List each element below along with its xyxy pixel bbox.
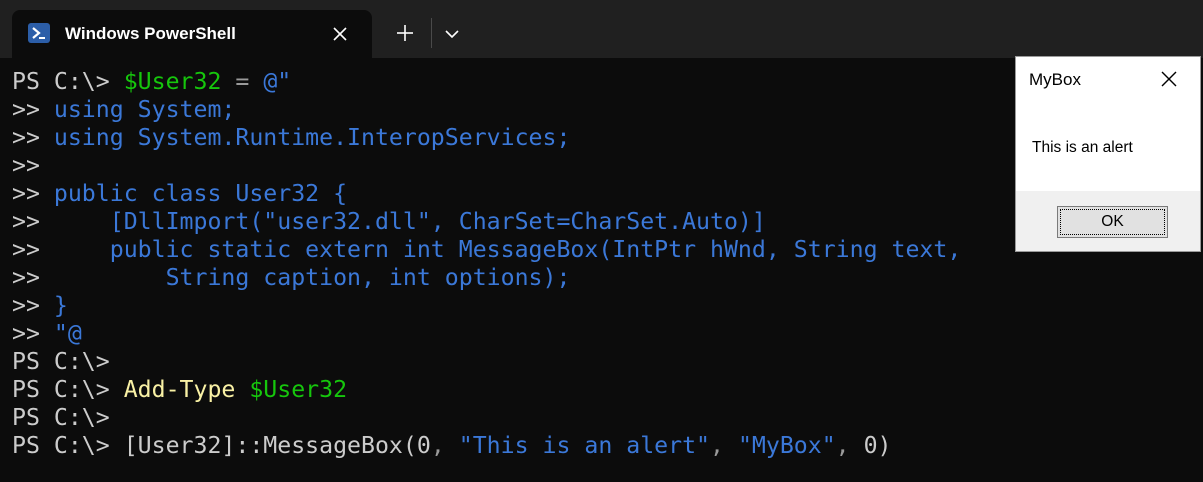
terminal-line: >> bbox=[12, 152, 1012, 180]
terminal-text: 0) bbox=[863, 432, 892, 459]
terminal-text: PS C:\> bbox=[12, 68, 124, 95]
terminal-text: "This is an alert" bbox=[458, 432, 711, 459]
chevron-down-icon[interactable] bbox=[442, 24, 462, 44]
terminal-text: PS C:\> bbox=[12, 432, 124, 459]
tab-windows-powershell[interactable]: Windows PowerShell bbox=[12, 10, 372, 58]
terminal-line: >> public static extern int MessageBox(I… bbox=[12, 236, 1012, 264]
terminal-text: , bbox=[430, 432, 459, 459]
terminal-text: >> bbox=[12, 292, 54, 319]
terminal-text: >> bbox=[12, 124, 54, 151]
terminal-line: PS C:\> Add-Type $User32 bbox=[12, 376, 1012, 404]
terminal-line: >> [DllImport("user32.dll", CharSet=Char… bbox=[12, 208, 1012, 236]
terminal-text: public class User32 { bbox=[53, 180, 348, 207]
terminal-line: >> using System; bbox=[12, 96, 1012, 124]
dialog-message: This is an alert bbox=[1032, 139, 1133, 156]
terminal-text: [DllImport("user32.dll", CharSet=CharSet… bbox=[53, 208, 766, 235]
terminal-text: $User32 bbox=[123, 68, 222, 95]
terminal-text: public static extern int MessageBox(IntP… bbox=[53, 236, 962, 263]
terminal-line: >> using System.Runtime.InteropServices; bbox=[12, 124, 1012, 152]
terminal-text: } bbox=[53, 292, 68, 319]
terminal-text: "MyBox" bbox=[737, 432, 836, 459]
terminal-text: >> bbox=[12, 264, 54, 291]
close-icon[interactable] bbox=[1159, 69, 1179, 89]
tab-title: Windows PowerShell bbox=[65, 24, 236, 43]
terminal-text: = bbox=[221, 68, 264, 95]
terminal-text: >> bbox=[12, 236, 54, 263]
terminal-text: "@ bbox=[53, 320, 82, 347]
terminal-text: >> bbox=[12, 180, 54, 207]
terminal-text: using System.Runtime.InteropServices; bbox=[53, 124, 571, 151]
terminal-line: >> } bbox=[12, 292, 1012, 320]
terminal-output[interactable]: PS C:\> $User32 = @" >> using System; >> u… bbox=[12, 68, 1012, 468]
terminal-text: Add-Type bbox=[123, 376, 236, 403]
close-icon[interactable] bbox=[330, 24, 350, 44]
terminal-line: >> public class User32 { bbox=[12, 180, 1012, 208]
title-bar: Windows PowerShell bbox=[0, 0, 1203, 58]
terminal-text: @" bbox=[263, 68, 292, 95]
terminal-line: PS C:\> $User32 = @" bbox=[12, 68, 1012, 96]
terminal-text: String caption, int options); bbox=[53, 264, 571, 291]
terminal-line: PS C:\> [User32]::MessageBox(0, "This is… bbox=[12, 432, 1012, 460]
terminal-text: >> bbox=[12, 152, 40, 179]
terminal-text: $User32 bbox=[249, 376, 348, 403]
ok-button[interactable]: OK bbox=[1057, 206, 1168, 238]
dialog-title: MyBox bbox=[1029, 70, 1081, 89]
terminal-line: >> String caption, int options); bbox=[12, 264, 1012, 292]
terminal-text: PS C:\> bbox=[12, 348, 110, 375]
terminal-text: , bbox=[710, 432, 738, 459]
terminal-text: >> bbox=[12, 320, 54, 347]
terminal-text: >> bbox=[12, 96, 54, 123]
powershell-icon bbox=[28, 23, 50, 43]
terminal-text: [User32]::MessageBox(0 bbox=[123, 432, 431, 459]
tab-divider bbox=[431, 18, 432, 48]
dialog-body: This is an alert bbox=[1016, 101, 1200, 191]
dialog-footer: OK bbox=[1016, 191, 1200, 251]
terminal-line: PS C:\> bbox=[12, 348, 1012, 376]
terminal-line: PS C:\> bbox=[12, 404, 1012, 432]
terminal-line: >> "@ bbox=[12, 320, 1012, 348]
terminal-text: , bbox=[835, 432, 864, 459]
terminal-text: PS C:\> bbox=[12, 376, 124, 403]
terminal-text: using System; bbox=[53, 96, 236, 123]
message-box-dialog: MyBox This is an alert OK bbox=[1015, 56, 1201, 252]
terminal-text: PS C:\> bbox=[12, 404, 110, 431]
plus-icon[interactable] bbox=[394, 22, 416, 44]
terminal-text: >> bbox=[12, 208, 54, 235]
